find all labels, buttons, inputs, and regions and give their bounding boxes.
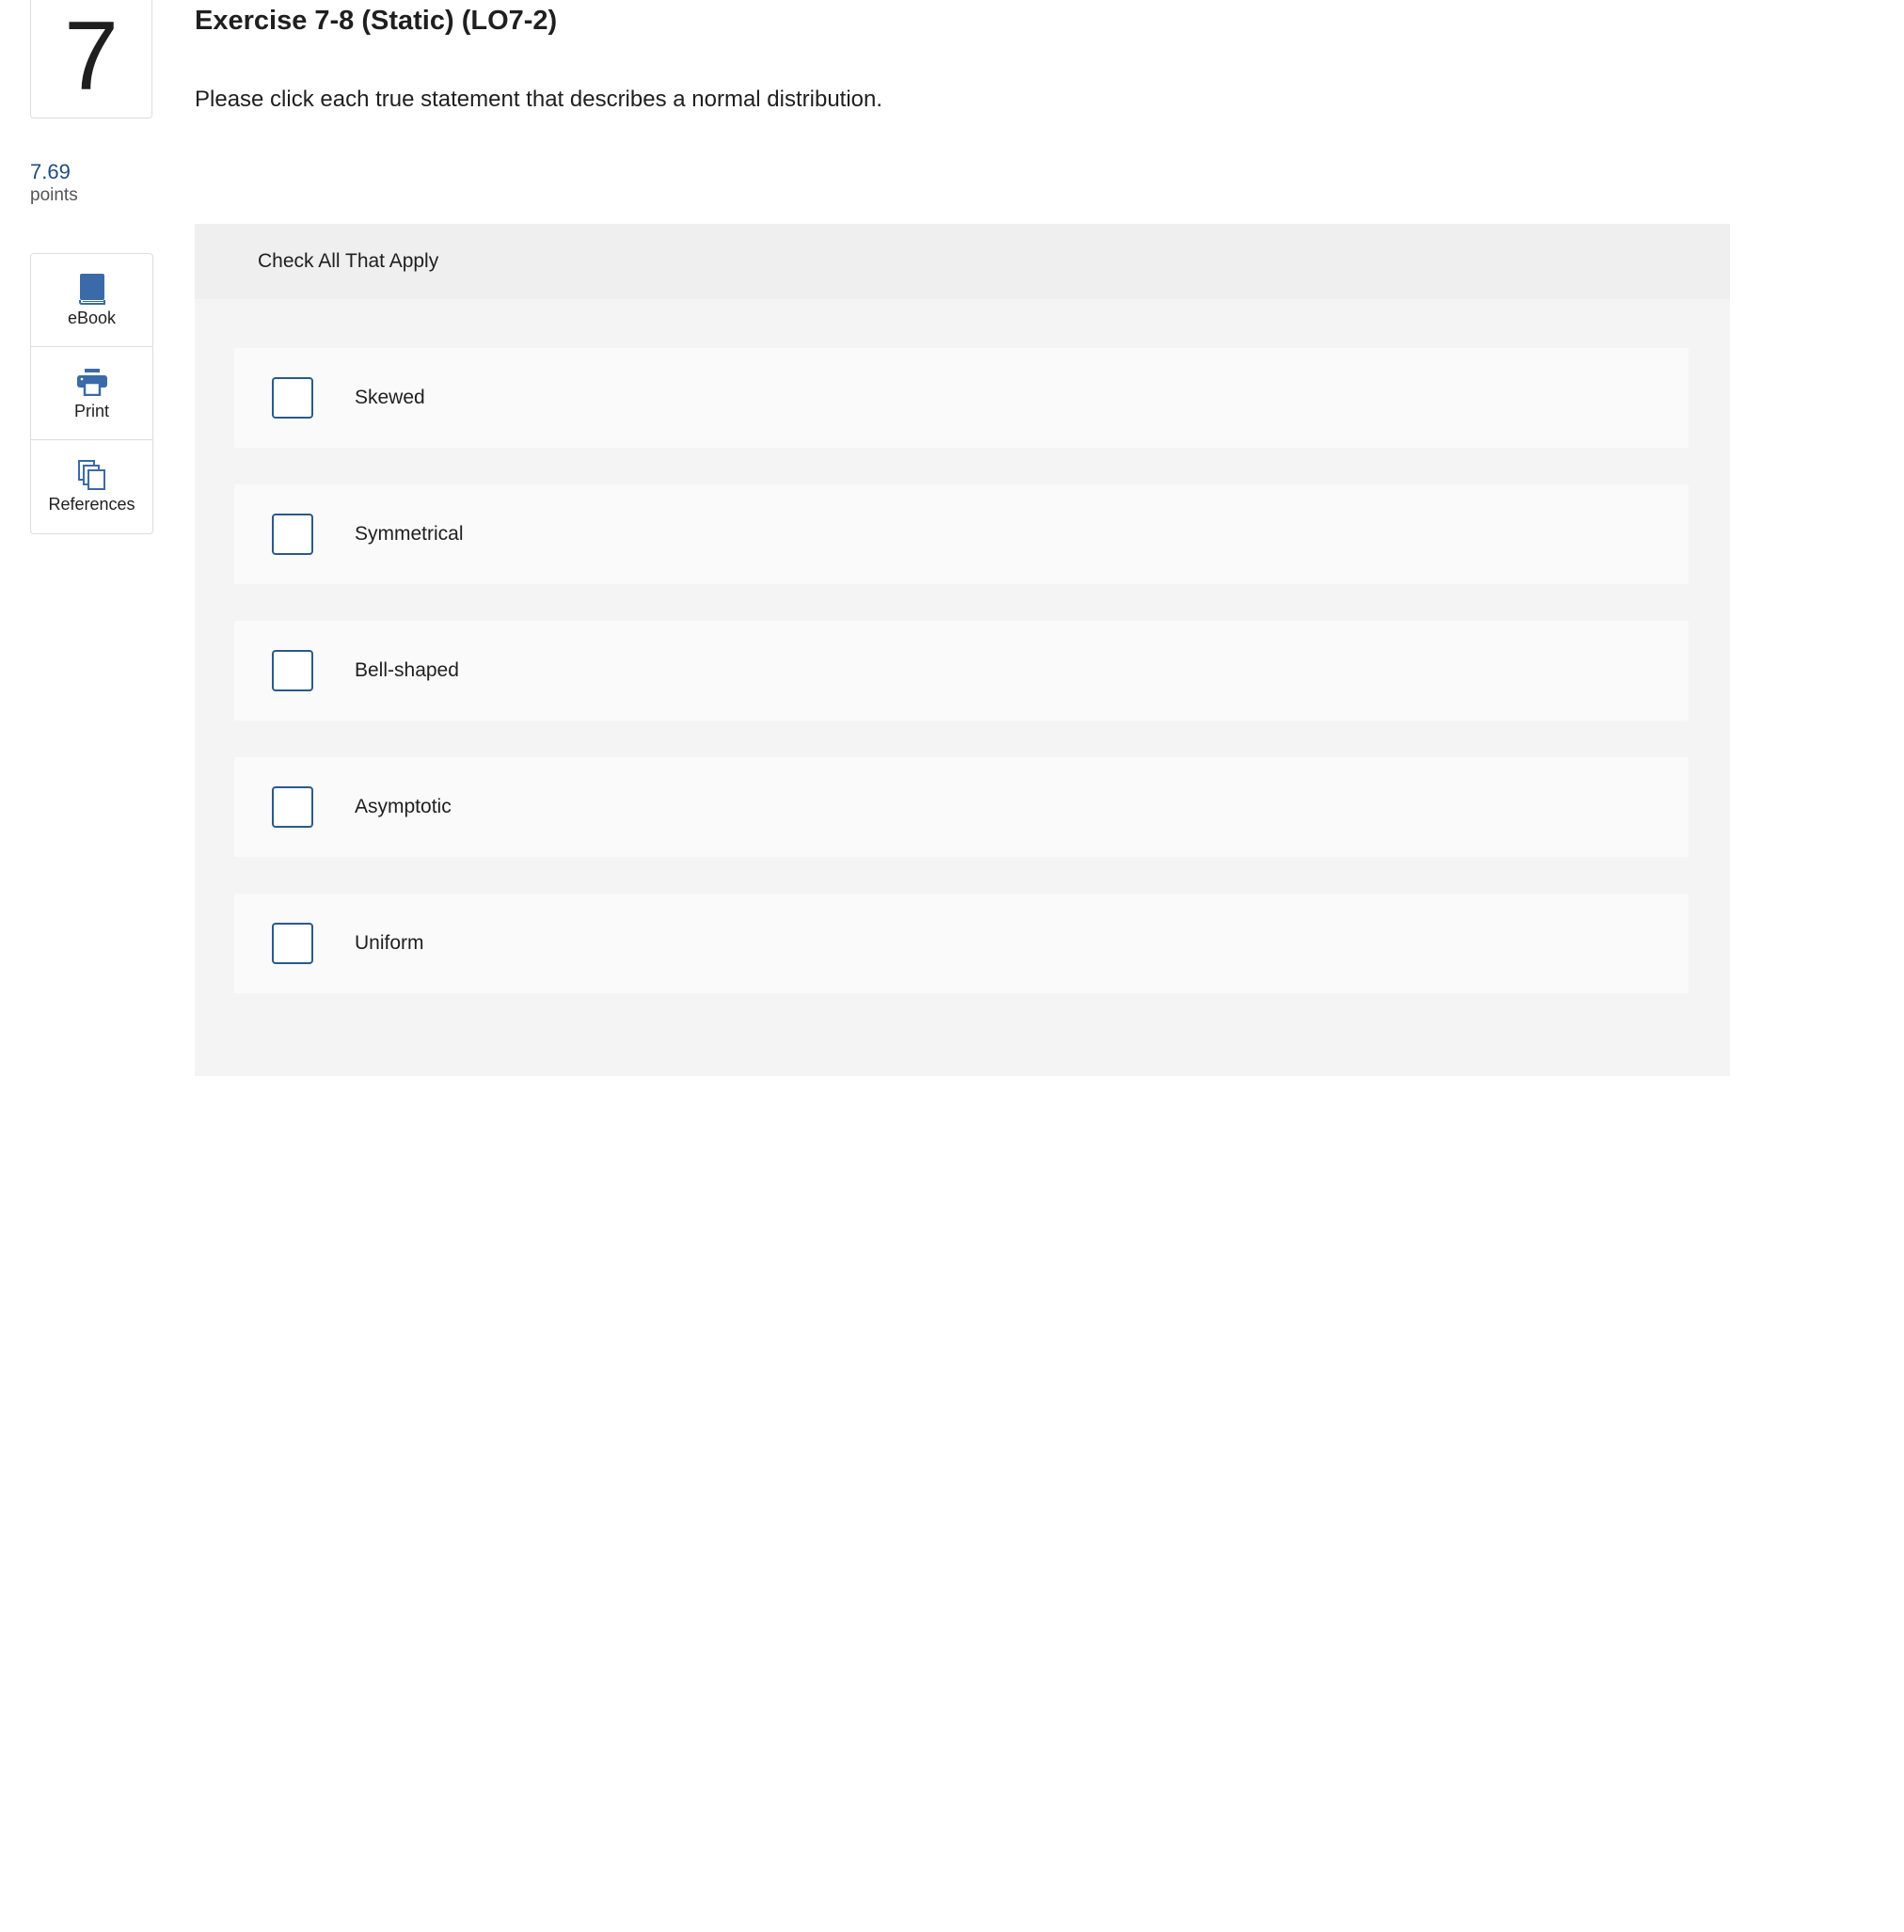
checkbox[interactable] xyxy=(272,786,313,828)
option-label: Symmetrical xyxy=(355,523,464,545)
ebook-button[interactable]: eBook xyxy=(31,254,152,347)
references-icon xyxy=(76,459,108,491)
question-number-box: 7 xyxy=(30,0,152,119)
printer-icon xyxy=(76,366,108,398)
options-list: Skewed Symmetrical Bell-shaped Asymptoti… xyxy=(234,348,1689,1030)
references-label: References xyxy=(48,495,135,514)
checkbox[interactable] xyxy=(272,514,313,555)
book-icon xyxy=(76,273,108,305)
option-label: Skewed xyxy=(355,387,425,408)
checkbox[interactable] xyxy=(272,923,313,964)
option-label: Uniform xyxy=(355,932,424,954)
points-label: points xyxy=(30,185,78,205)
option-label: Bell-shaped xyxy=(355,659,459,681)
check-all-header: Check All That Apply xyxy=(195,224,1730,299)
option-skewed[interactable]: Skewed xyxy=(234,348,1689,448)
option-bell-shaped[interactable]: Bell-shaped xyxy=(234,621,1689,721)
print-label: Print xyxy=(73,401,109,420)
ebook-label: eBook xyxy=(67,308,117,327)
option-asymptotic[interactable]: Asymptotic xyxy=(234,757,1689,857)
question-prompt: Please click each true statement that de… xyxy=(195,87,883,112)
checkbox[interactable] xyxy=(272,377,313,419)
option-label: Asymptotic xyxy=(355,796,452,817)
option-symmetrical[interactable]: Symmetrical xyxy=(234,484,1689,584)
references-button[interactable]: References xyxy=(31,440,152,533)
option-uniform[interactable]: Uniform xyxy=(234,894,1689,993)
tools-panel: eBook Print References xyxy=(30,253,153,534)
question-number: 7 xyxy=(64,2,119,111)
points-value: 7.69 xyxy=(30,160,71,183)
print-button[interactable]: Print xyxy=(31,347,152,440)
question-title: Exercise 7-8 (Static) (LO7-2) xyxy=(195,6,558,36)
answer-panel: Check All That Apply Skewed Symmetrical … xyxy=(195,224,1730,1076)
checkbox[interactable] xyxy=(272,650,313,691)
